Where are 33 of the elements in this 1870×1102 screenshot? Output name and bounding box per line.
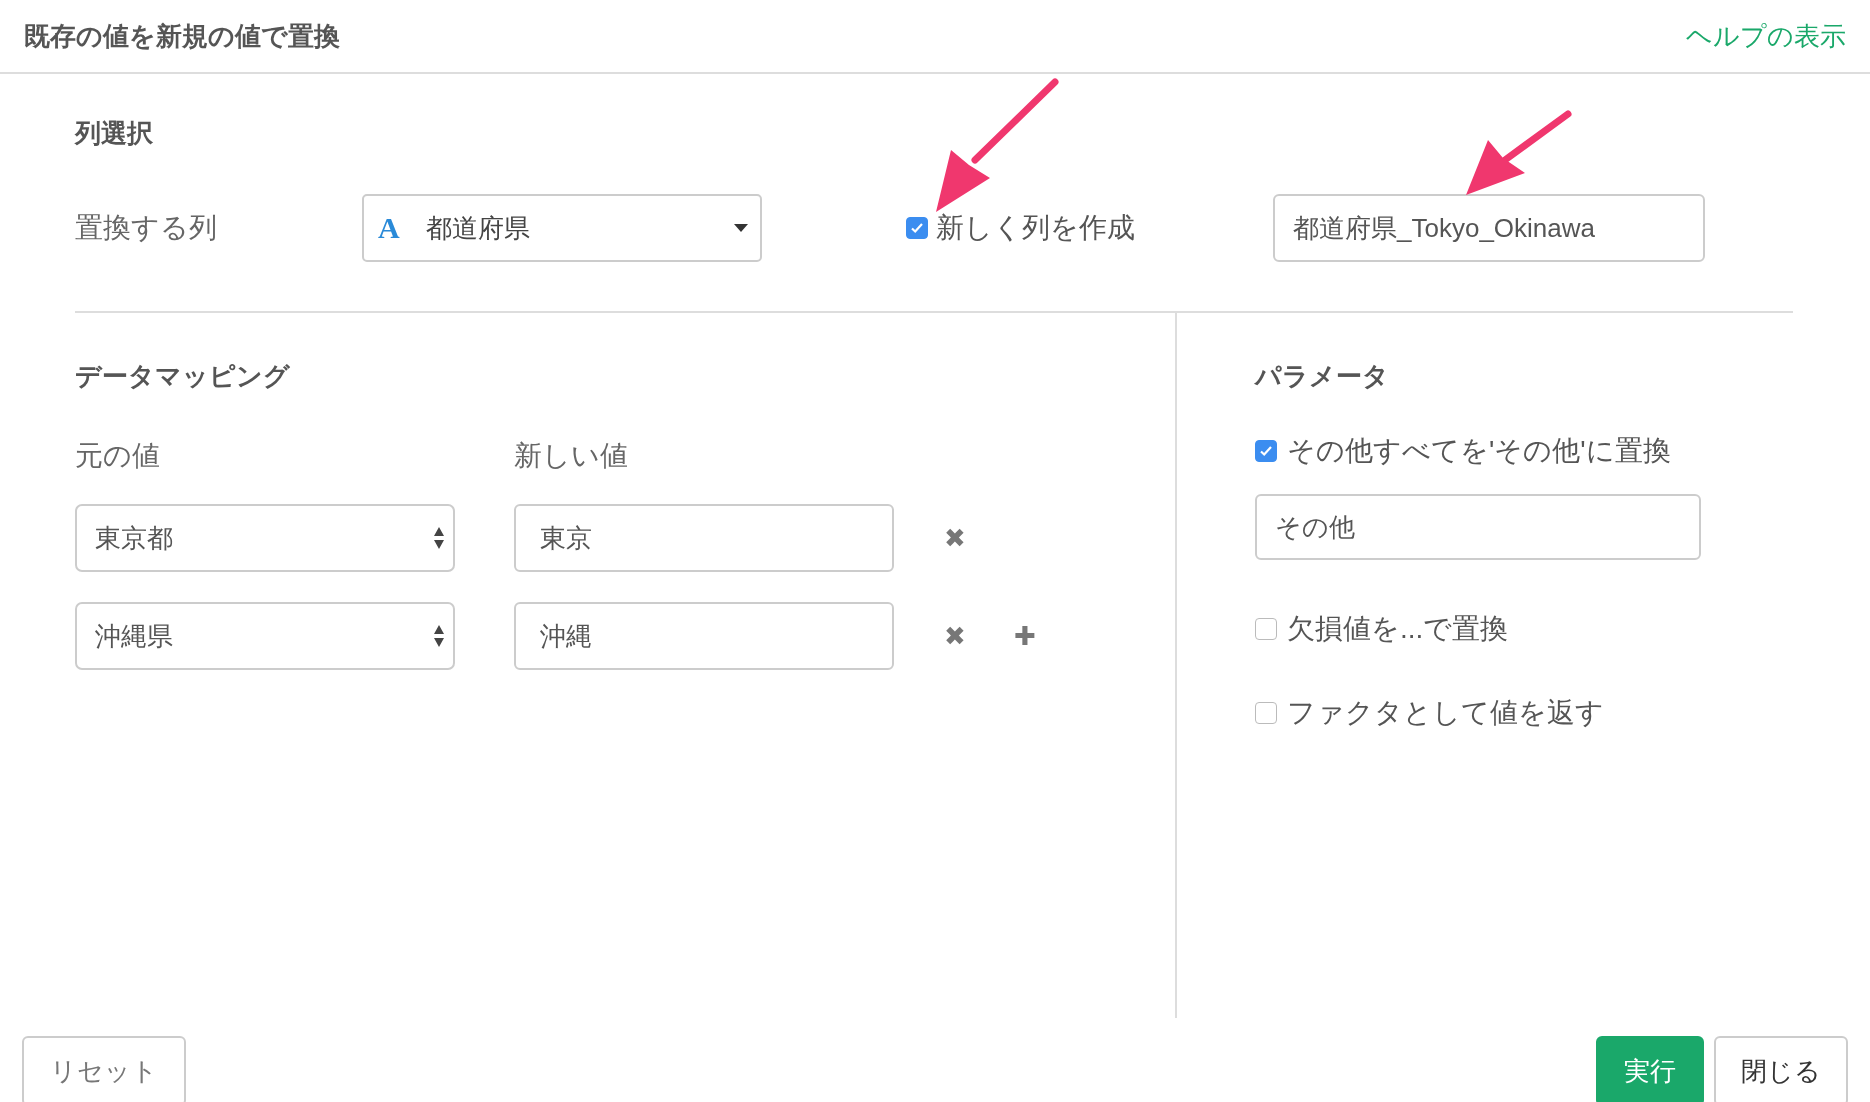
- stepper-icon: [433, 526, 445, 550]
- section-heading: データマッピング: [75, 360, 291, 393]
- checkbox[interactable]: [1255, 702, 1277, 724]
- value-select[interactable]: 東京都: [75, 504, 455, 572]
- checkbox[interactable]: [1255, 618, 1277, 640]
- value-select[interactable]: 沖縄県: [75, 602, 455, 670]
- dialog-title: 既存の値を新規の値で置換: [24, 19, 340, 53]
- remove-button[interactable]: ✖: [942, 623, 968, 649]
- remove-button[interactable]: ✖: [942, 525, 968, 551]
- footer-button[interactable]: 閉じる: [1714, 1036, 1848, 1102]
- section-heading: パラメータ: [1255, 360, 1390, 393]
- new-value-field[interactable]: 沖縄: [514, 602, 894, 670]
- column-dropdown[interactable]: A 都道府県: [362, 194, 762, 262]
- checkmark-icon: [1259, 444, 1273, 458]
- column-label: 元の値: [75, 439, 161, 473]
- checkmark-icon: [910, 221, 924, 235]
- field-label: 置換する列: [75, 211, 218, 245]
- checkbox-label[interactable]: 新しく列を作成: [936, 209, 1135, 247]
- caret-icon: [734, 224, 748, 232]
- checkbox[interactable]: [906, 217, 928, 239]
- column-name-field[interactable]: 都道府県_Tokyo_Okinawa: [1273, 194, 1705, 262]
- add-button[interactable]: ✚: [1012, 623, 1038, 649]
- checkbox-label[interactable]: ファクタとして値を返す: [1287, 694, 1604, 732]
- checkbox-label[interactable]: その他すべてを'その他'に置換: [1287, 432, 1671, 470]
- checkbox-label[interactable]: 欠損値を...で置換: [1287, 610, 1509, 648]
- checkbox[interactable]: [1255, 440, 1277, 462]
- section-heading: 列選択: [75, 117, 154, 150]
- column-label: 新しい値: [514, 439, 628, 473]
- text-type-icon: A: [378, 211, 400, 245]
- other-value-field[interactable]: その他: [1255, 494, 1701, 560]
- new-value-field[interactable]: 東京: [514, 504, 894, 572]
- stepper-icon: [433, 624, 445, 648]
- footer-button[interactable]: リセット: [22, 1036, 186, 1102]
